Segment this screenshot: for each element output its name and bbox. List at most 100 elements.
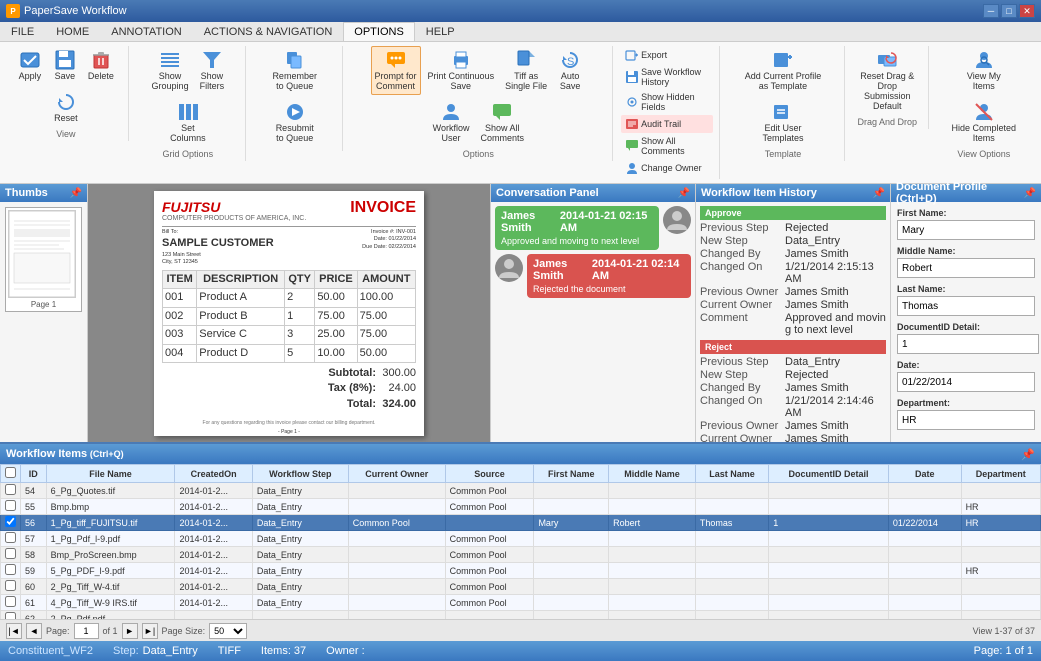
row-checkbox[interactable] (5, 580, 16, 591)
workflow-items-pin[interactable]: 📌 (1021, 448, 1035, 461)
wf-history-title: Workflow Item History (701, 187, 817, 199)
msg-sender-1: James Smith (501, 210, 560, 234)
row-checkbox-cell (1, 579, 21, 595)
row-checkbox[interactable] (5, 484, 16, 495)
print-continuous-icon (450, 49, 472, 71)
row-checkbox[interactable] (5, 500, 16, 511)
save-workflow-history-button[interactable]: Save Workflow History (621, 65, 713, 89)
add-profile-button[interactable]: Add Current Profileas Template (741, 46, 826, 95)
hide-completed-button[interactable]: Hide CompletedItems (948, 98, 1021, 147)
resubmit-queue-button[interactable]: Resubmitto Queue (272, 98, 318, 147)
lastname-select[interactable]: Thomas (897, 296, 1035, 316)
table-row[interactable]: 56 1_Pg_tiff_FUJITSU.tif 2014-01-2... Da… (1, 515, 1041, 531)
show-hidden-fields-button[interactable]: Show Hidden Fields (621, 90, 713, 114)
row-workflowstep (252, 611, 348, 620)
close-btn[interactable]: ✕ (1019, 4, 1035, 18)
print-continuous-button[interactable]: Print ContinuousSave (424, 46, 499, 95)
remember-queue-label: Rememberto Queue (272, 72, 317, 92)
profile-label-middlename: Middle Name: (897, 246, 1035, 256)
workflow-history-panel: Workflow Item History 📌 Approve Previous… (696, 184, 891, 442)
row-checkbox[interactable] (5, 612, 16, 619)
view-my-items-button[interactable]: View MyItems (963, 46, 1005, 95)
table-row[interactable]: 57 1_Pg_Pdf_l-9.pdf 2014-01-2... Data_En… (1, 531, 1041, 547)
table-row[interactable]: 61 4_Pg_Tiff_W-9 IRS.tif 2014-01-2... Da… (1, 595, 1041, 611)
page-number-input[interactable] (74, 623, 99, 639)
resubmit-queue-icon (284, 101, 306, 123)
row-checkbox[interactable] (5, 532, 16, 543)
wf-value-curr-owner-2: James Smith (785, 433, 886, 442)
save-button[interactable]: Save (49, 46, 81, 85)
date-select[interactable]: 01/22/2014 (897, 372, 1035, 392)
wf-label-prev-owner-1: Previous Owner (700, 286, 785, 298)
row-createdon: 2014-01-2... (175, 547, 252, 563)
table-row[interactable]: 59 5_Pg_PDF_l-9.pdf 2014-01-2... Data_En… (1, 563, 1041, 579)
row-docid (769, 611, 889, 620)
table-row[interactable]: 54 6_Pg_Quotes.tif 2014-01-2... Data_Ent… (1, 483, 1041, 499)
tiff-single-button[interactable]: Tiff asSingle File (501, 46, 551, 95)
wf-history-pin[interactable]: 📌 (873, 188, 885, 199)
export-button[interactable]: Export (621, 46, 713, 64)
conv-panel-pin[interactable]: 📌 (678, 188, 690, 199)
select-all-checkbox[interactable] (5, 467, 16, 478)
page-next-btn[interactable]: ► (122, 623, 138, 639)
reset-dragdrop-button[interactable]: Reset Drag & DropSubmission Default (853, 46, 922, 115)
apply-button[interactable]: Apply (14, 46, 46, 85)
workflow-items-header: Workflow Items (Ctrl+Q) 📌 (0, 444, 1041, 464)
table-row[interactable]: 55 Bmp.bmp 2014-01-2... Data_Entry Commo… (1, 499, 1041, 515)
page-first-btn[interactable]: |◄ (6, 623, 22, 639)
row-firstname (534, 563, 609, 579)
msg-text-2: Rejected the document (533, 284, 685, 294)
thumb-content[interactable]: Page 1 (0, 202, 87, 442)
tab-home[interactable]: HOME (45, 22, 100, 41)
tab-options[interactable]: OPTIONS (343, 22, 415, 41)
wf-history-content: Approve Previous Step Rejected New Step … (696, 202, 890, 442)
row-docid (769, 483, 889, 499)
tab-help[interactable]: HELP (415, 22, 466, 41)
reset-button[interactable]: Reset (50, 88, 82, 127)
edit-user-templates-button[interactable]: Edit UserTemplates (758, 98, 807, 147)
audit-trail-button[interactable]: Audit Trail (621, 115, 713, 133)
row-filename: 6_Pg_Quotes.tif (46, 483, 175, 499)
row-checkbox[interactable] (5, 596, 16, 607)
delete-label: Delete (88, 72, 114, 82)
maximize-btn[interactable]: □ (1001, 4, 1017, 18)
firstname-input[interactable] (897, 220, 1035, 240)
dept-input[interactable] (897, 410, 1035, 430)
row-checkbox[interactable] (5, 564, 16, 575)
page-size-select[interactable]: 50 25 100 (209, 623, 247, 639)
show-all-comments2-button[interactable]: Show All Comments (621, 134, 713, 158)
table-row[interactable]: 62 2_Pg_Pdf.pdf (1, 611, 1041, 620)
remember-queue-button[interactable]: Rememberto Queue (268, 46, 321, 95)
row-checkbox[interactable] (5, 516, 16, 527)
page-last-btn[interactable]: ►| (142, 623, 158, 639)
change-owner-button[interactable]: Change Owner (621, 159, 713, 177)
page-prev-btn[interactable]: ◄ (26, 623, 42, 639)
row-lastname (695, 579, 768, 595)
docid-input[interactable] (897, 334, 1039, 354)
show-all-comments-button[interactable]: Show AllComments (476, 98, 528, 147)
table-row[interactable]: 58 Bmp_ProScreen.bmp 2014-01-2... Data_E… (1, 547, 1041, 563)
doc-profile-pin[interactable]: 📌 (1024, 188, 1036, 199)
set-columns-button[interactable]: SetColumns (166, 98, 210, 147)
show-grouping-button[interactable]: ShowGrouping (148, 46, 193, 95)
tab-file[interactable]: FILE (0, 22, 45, 41)
minimize-btn[interactable]: ─ (983, 4, 999, 18)
middlename-select[interactable]: Robert (897, 258, 1035, 278)
set-columns-icon (177, 101, 199, 123)
edit-user-templates-label: Edit UserTemplates (762, 124, 803, 144)
thumb-page-1[interactable]: Page 1 (5, 207, 82, 312)
workflow-user-button[interactable]: WorkflowUser (429, 98, 474, 147)
show-filters-button[interactable]: ShowFilters (196, 46, 229, 95)
delete-button[interactable]: Delete (84, 46, 118, 85)
profile-field-dept: Department: (897, 398, 1035, 430)
table-row[interactable]: 60 2_Pg_Tiff_W-4.tif 2014-01-2... Data_E… (1, 579, 1041, 595)
prompt-comment-button[interactable]: Prompt forComment (371, 46, 421, 95)
tab-actions-nav[interactable]: ACTIONS & NAVIGATION (193, 22, 344, 41)
row-checkbox[interactable] (5, 548, 16, 559)
auto-save-button[interactable]: S AutoSave (554, 46, 586, 95)
thumbs-panel-pin[interactable]: 📌 (70, 188, 82, 199)
row-createdon: 2014-01-2... (175, 595, 252, 611)
tab-annotation[interactable]: ANNOTATION (100, 22, 192, 41)
workflow-items-table-container[interactable]: ID File Name CreatedOn Workflow Step Cur… (0, 464, 1041, 619)
col-date: Date (888, 465, 961, 483)
